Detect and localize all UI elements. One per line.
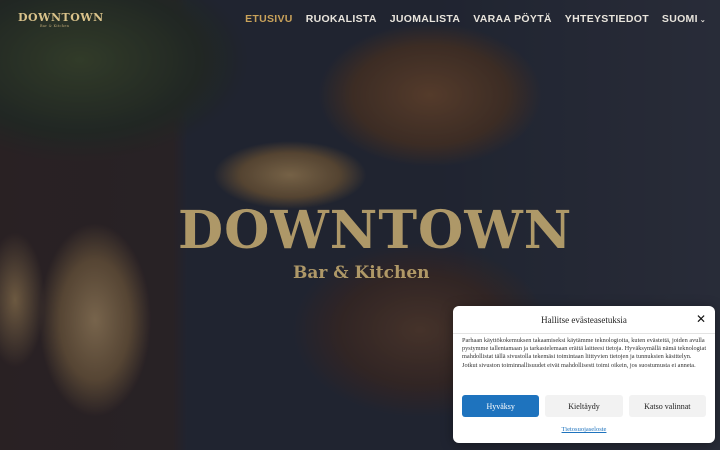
cookie-consent-dialog: Hallitse evästeasetuksia ✕ Parhaan käytt… bbox=[453, 306, 715, 443]
site-header: DOWNTOWN Bar & Kitchen ETUSIVU RUOKALIST… bbox=[0, 0, 720, 40]
nav-item-yhteystiedot[interactable]: YHTEYSTIEDOT bbox=[565, 13, 649, 25]
dialog-button-row: Hyväksy Kieltäydy Katso valinnat bbox=[462, 395, 706, 417]
site-logo[interactable]: DOWNTOWN bbox=[18, 11, 104, 24]
chevron-down-icon: ⌄ bbox=[699, 17, 706, 24]
dialog-body-text: Parhaan käyttökokemuksen takaamiseksi kä… bbox=[462, 337, 707, 369]
close-icon[interactable]: ✕ bbox=[696, 313, 706, 325]
deny-button[interactable]: Kieltäydy bbox=[545, 395, 623, 417]
nav-item-ruokalista[interactable]: RUOKALISTA bbox=[306, 13, 377, 25]
divider bbox=[453, 333, 715, 334]
hero-title: DOWNTOWN bbox=[178, 200, 573, 261]
language-switcher[interactable]: SUOMI ⌄ bbox=[662, 13, 706, 25]
site-logo-subtitle: Bar & Kitchen bbox=[40, 24, 70, 28]
nav-item-varaa-poyta[interactable]: VARAA PÖYTÄ bbox=[473, 13, 552, 25]
nav-item-juomalista[interactable]: JUOMALISTA bbox=[390, 13, 460, 25]
accept-button[interactable]: Hyväksy bbox=[462, 395, 540, 417]
privacy-policy-link[interactable]: Tietosuojaseloste bbox=[453, 426, 715, 433]
nav-item-etusivu[interactable]: ETUSIVU bbox=[245, 13, 293, 25]
dialog-title: Hallitse evästeasetuksia bbox=[541, 315, 627, 325]
main-nav: ETUSIVU RUOKALISTA JUOMALISTA VARAA PÖYT… bbox=[245, 13, 706, 25]
hero-subtitle: Bar & Kitchen bbox=[293, 263, 430, 283]
view-preferences-button[interactable]: Katso valinnat bbox=[628, 395, 706, 417]
language-label: SUOMI bbox=[661, 13, 698, 25]
